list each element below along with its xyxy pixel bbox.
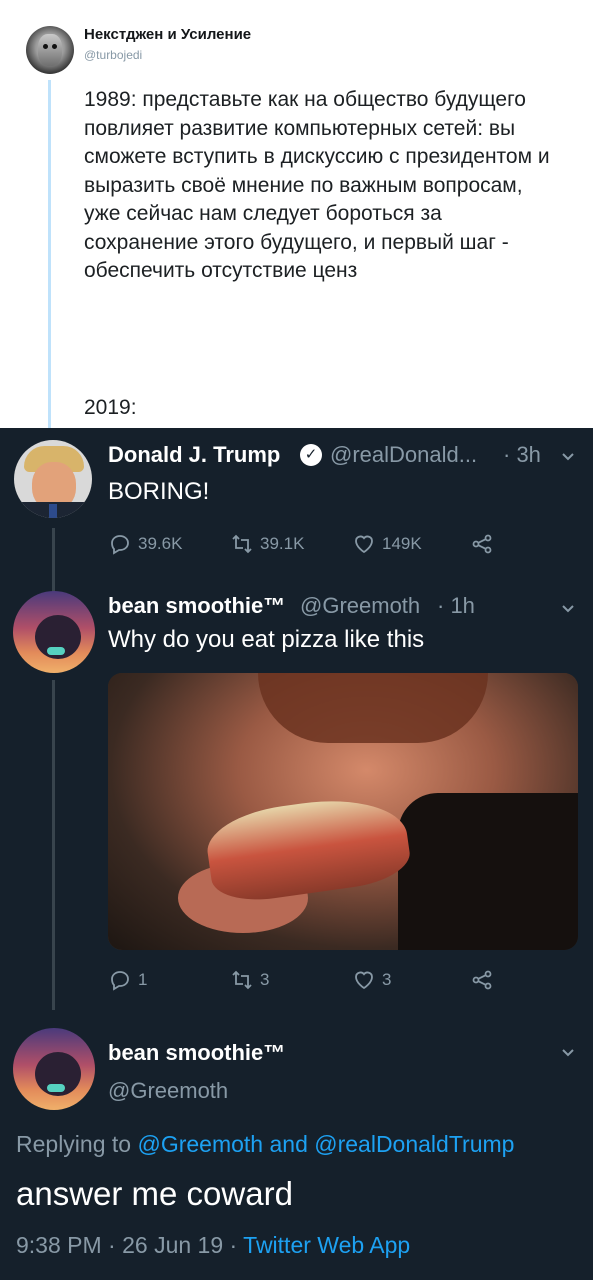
retweet-icon xyxy=(232,534,252,554)
avatar[interactable] xyxy=(14,440,92,518)
avatar[interactable] xyxy=(26,26,74,74)
share-icon xyxy=(472,970,492,990)
share-button[interactable] xyxy=(470,532,494,556)
thread-line xyxy=(52,680,55,1010)
mention-conjunction: and xyxy=(269,1131,308,1157)
tweet-time[interactable]: · 3h xyxy=(503,442,541,468)
replying-to-line: Replying to @Greemoth and @realDonaldTru… xyxy=(16,1131,514,1158)
tweet-source-link[interactable]: Twitter Web App xyxy=(243,1232,410,1258)
author-name[interactable]: bean smoothie™ xyxy=(108,593,285,619)
thread-line xyxy=(48,80,51,428)
avatar-eye xyxy=(43,44,48,49)
like-count: 149K xyxy=(382,534,422,553)
tweet-text: BORING! xyxy=(108,478,210,505)
heart-icon xyxy=(355,535,373,554)
tweet-media-image[interactable] xyxy=(108,673,578,950)
thread-line xyxy=(52,528,55,598)
tweet-text-year: 2019: xyxy=(84,396,137,419)
tweet-time[interactable]: · 1h xyxy=(437,593,475,619)
retweet-count: 39.1K xyxy=(260,534,305,553)
reply-button[interactable]: 1 xyxy=(108,968,147,992)
mention-link[interactable]: @Greemoth xyxy=(137,1131,263,1157)
author-name[interactable]: Donald J. Trump xyxy=(108,442,280,468)
author-name[interactable]: bean smoothie™ xyxy=(108,1040,285,1066)
share-button[interactable] xyxy=(470,968,494,992)
reply-icon xyxy=(111,971,129,991)
tweet-text: 1989: представьте как на общество будуще… xyxy=(84,88,556,282)
tweet-timestamp[interactable]: 9:38 PM · 26 Jun 19 · xyxy=(16,1232,237,1258)
author-name[interactable]: Некстджен и Усиление xyxy=(84,26,251,43)
media-figure-hair xyxy=(258,673,488,743)
author-handle[interactable]: @turbojedi xyxy=(84,48,142,62)
avatar[interactable] xyxy=(13,1028,95,1110)
like-count: 3 xyxy=(382,970,392,989)
retweet-count: 3 xyxy=(260,970,270,989)
retweet-icon xyxy=(232,970,252,990)
like-button[interactable]: 3 xyxy=(352,968,391,992)
chevron-down-icon[interactable] xyxy=(560,600,576,616)
author-handle[interactable]: @realDonald... xyxy=(330,442,477,468)
chevron-down-icon[interactable] xyxy=(560,448,576,464)
tweet-text: answer me coward xyxy=(16,1175,293,1212)
retweet-button[interactable]: 3 xyxy=(230,968,269,992)
tweet-meta: 9:38 PM · 26 Jun 19 · Twitter Web App xyxy=(16,1232,410,1259)
avatar-accent xyxy=(47,647,65,655)
reply-count: 1 xyxy=(138,970,148,989)
media-figure-suit xyxy=(398,793,578,950)
author-handle[interactable]: @Greemoth xyxy=(108,1078,228,1104)
reply-count: 39.6K xyxy=(138,534,183,553)
avatar-face xyxy=(38,34,62,66)
verified-badge-icon: ✓ xyxy=(300,444,322,466)
author-handle[interactable]: @Greemoth xyxy=(300,593,420,619)
avatar-eye xyxy=(52,44,57,49)
tweet-text: Why do you eat pizza like this xyxy=(108,626,425,653)
share-icon xyxy=(472,534,492,554)
heart-icon xyxy=(355,971,373,990)
replying-to-label: Replying to xyxy=(16,1131,132,1157)
mention-link[interactable]: @realDonaldTrump xyxy=(314,1131,514,1157)
original-tweet: Некстджен и Усиление @turbojedi 1989: пр… xyxy=(0,0,593,428)
avatar-accent xyxy=(47,1084,65,1092)
reply-button[interactable]: 39.6K xyxy=(108,532,182,556)
avatar[interactable] xyxy=(13,591,95,673)
retweet-button[interactable]: 39.1K xyxy=(230,532,304,556)
avatar-tie xyxy=(49,504,57,518)
chevron-down-icon[interactable] xyxy=(560,1044,576,1060)
like-button[interactable]: 149K xyxy=(352,532,422,556)
reply-icon xyxy=(111,535,129,555)
